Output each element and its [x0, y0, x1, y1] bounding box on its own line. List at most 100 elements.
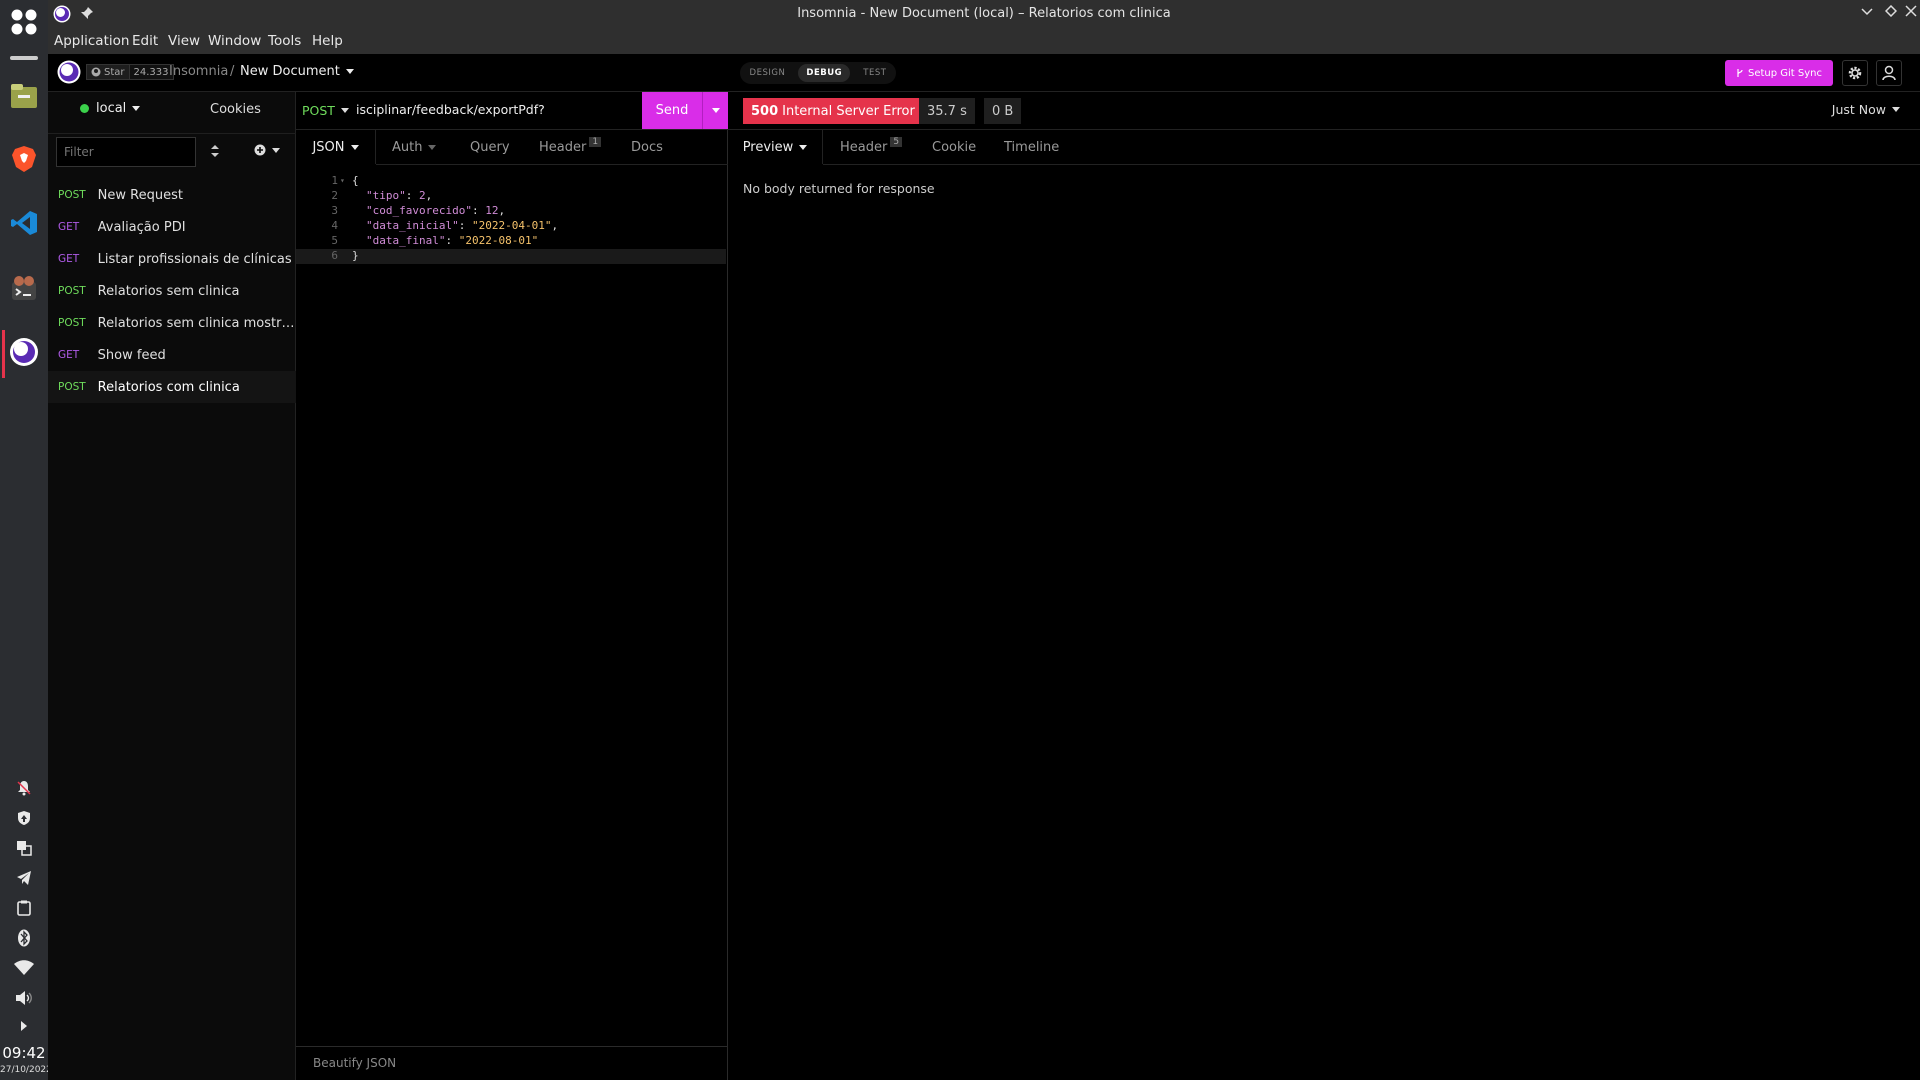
maximize-icon[interactable]	[1882, 4, 1900, 22]
method-dropdown[interactable]: POST	[302, 103, 349, 118]
sort-icon[interactable]	[210, 144, 220, 162]
clock[interactable]: 09:42	[0, 1044, 48, 1062]
breadcrumb-separator: /	[230, 64, 235, 79]
tab-cookie[interactable]: Cookie	[932, 130, 976, 164]
breadcrumb-root[interactable]: Insomnia	[169, 64, 228, 79]
chevron-down-icon	[1892, 107, 1900, 112]
update-shield-icon[interactable]	[14, 808, 34, 828]
settings-button[interactable]	[1842, 60, 1868, 86]
window-title: Insomnia - New Document (local) – Relato…	[797, 6, 1171, 21]
code-line: 1 ▾ {	[296, 174, 726, 189]
header-count-badge: 5	[890, 137, 903, 147]
document-dropdown[interactable]: New Document	[240, 64, 354, 79]
file-manager-icon[interactable]	[8, 80, 40, 112]
request-name: Avaliação PDI	[97, 219, 186, 235]
line-number: 4	[331, 219, 338, 232]
account-button[interactable]	[1876, 60, 1902, 86]
filter-input[interactable]	[56, 137, 196, 167]
mode-design[interactable]: DESIGN	[744, 64, 792, 82]
code-text: {	[352, 174, 359, 187]
history-dropdown[interactable]: Just Now	[1832, 102, 1900, 117]
tab-preview[interactable]: Preview	[728, 130, 823, 164]
fold-icon[interactable]: ▾	[340, 176, 345, 185]
mode-debug[interactable]: DEBUG	[798, 64, 851, 82]
response-time-badge: 35.7 s	[919, 98, 975, 124]
mode-switcher: DESIGN DEBUG TEST	[740, 62, 896, 84]
menu-view[interactable]: View	[168, 33, 200, 49]
tab-timeline[interactable]: Timeline	[1004, 130, 1059, 164]
menu-help[interactable]: Help	[312, 33, 343, 49]
request-item[interactable]: GET Listar profissionais de clínicas	[48, 243, 296, 275]
insomnia-app-icon[interactable]	[8, 336, 40, 368]
line-number: 1	[331, 174, 338, 187]
telegram-icon[interactable]	[14, 868, 34, 888]
menu-window[interactable]: Window	[208, 33, 261, 49]
json-value: "2022-08-01"	[458, 234, 539, 247]
cookies-button[interactable]: Cookies	[210, 102, 261, 117]
code-line: 5 "data_final": "2022-08-01"	[296, 234, 726, 249]
brave-browser-icon[interactable]	[8, 143, 40, 175]
add-menu-button[interactable]	[254, 144, 280, 156]
request-item-active[interactable]: POST Relatorios com clinica	[48, 371, 296, 403]
menu-tools[interactable]: Tools	[268, 33, 301, 49]
menu-application[interactable]: Application	[54, 33, 129, 49]
minimize-icon[interactable]	[1858, 4, 1876, 22]
response-status-bar: 500 Internal Server Error 35.7 s 0 B Jus…	[728, 92, 1920, 130]
git-sync-label: Setup Git Sync	[1747, 67, 1822, 79]
tray-expand-icon[interactable]	[14, 1016, 34, 1036]
tab-auth[interactable]: Auth	[392, 130, 437, 164]
line-number: 6	[331, 249, 338, 262]
terminal-app-icon[interactable]	[8, 272, 40, 304]
json-editor[interactable]: 1 ▾ { 2 "tipo": 2, 3 "cod_favorecido": 1…	[296, 174, 728, 934]
line-number: 5	[331, 234, 338, 247]
tab-body-json[interactable]: JSON	[296, 130, 376, 164]
environment-selector[interactable]: local	[80, 101, 141, 116]
request-item[interactable]: POST Relatorios sem clinica mostrar a ..…	[48, 307, 296, 339]
json-key: "data_inicial"	[366, 219, 459, 232]
method-badge: POST	[58, 381, 86, 393]
request-item[interactable]: GET Show feed	[48, 339, 296, 371]
mode-test[interactable]: TEST	[857, 64, 892, 82]
request-item[interactable]: POST New Request	[48, 179, 296, 211]
tab-response-header[interactable]: Header 5	[840, 130, 903, 164]
insomnia-home-icon[interactable]	[57, 60, 81, 88]
method-badge: POST	[58, 317, 86, 329]
wifi-icon[interactable]	[14, 958, 34, 978]
setup-git-sync-button[interactable]: Setup Git Sync	[1725, 60, 1833, 86]
method-badge: GET	[58, 221, 80, 233]
environment-status-dot	[80, 104, 89, 113]
status-code: 500	[751, 103, 779, 119]
request-item[interactable]: GET Avaliação PDI	[48, 211, 296, 243]
chevron-down-icon	[350, 144, 359, 150]
clipboard-icon[interactable]	[14, 898, 34, 918]
notification-bell-icon[interactable]	[14, 778, 34, 798]
vscode-icon[interactable]	[8, 207, 40, 239]
tab-docs[interactable]: Docs	[631, 130, 663, 164]
send-button[interactable]: Send	[642, 92, 702, 129]
github-star-widget[interactable]: Star 24.333	[86, 64, 174, 80]
tray-app-icon[interactable]	[14, 838, 34, 858]
request-name: Relatorios com clinica	[97, 379, 240, 395]
desktop-dock: 09:42 27/10/2022	[0, 0, 52, 1080]
method-badge: GET	[58, 253, 80, 265]
git-branch-icon	[1737, 69, 1743, 77]
bluetooth-icon[interactable]	[14, 928, 34, 948]
url-input[interactable]: isciplinar/feedback/exportPdf?clincSelec…	[356, 102, 544, 117]
tabs-divider	[823, 164, 1920, 165]
beautify-json-button[interactable]: Beautify JSON	[313, 1056, 396, 1070]
empty-body-message: No body returned for response	[743, 181, 935, 196]
json-key: "cod_favorecido"	[366, 204, 472, 217]
tab-query[interactable]: Query	[470, 130, 510, 164]
request-item[interactable]: POST Relatorios sem clinica	[48, 275, 296, 307]
tab-header[interactable]: Header 1	[539, 130, 602, 164]
active-app-indicator	[2, 330, 5, 378]
send-options-button[interactable]	[702, 92, 728, 129]
method-badge: POST	[58, 189, 86, 201]
app-grid-icon[interactable]	[8, 6, 40, 38]
menu-bar: Application Edit View Window Tools Help	[48, 28, 1920, 54]
status-badge: 500 Internal Server Error	[743, 98, 923, 124]
close-icon[interactable]	[1902, 4, 1920, 22]
menu-edit[interactable]: Edit	[132, 33, 158, 49]
volume-icon[interactable]	[14, 988, 34, 1008]
document-name: New Document	[240, 64, 340, 79]
